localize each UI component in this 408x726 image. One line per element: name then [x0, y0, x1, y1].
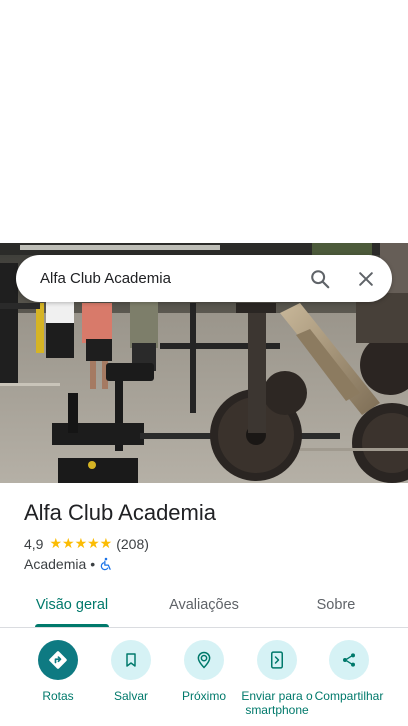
separator-dot: • — [90, 556, 96, 572]
send-to-phone-label: Enviar para o smartphone — [241, 689, 313, 717]
action-buttons-row: Rotas Salvar Próximo Enviar para o smart… — [0, 640, 408, 726]
category-row: Academia • — [24, 556, 113, 572]
place-title: Alfa Club Academia — [24, 500, 216, 525]
share-button[interactable]: Compartilhar — [311, 640, 387, 703]
place-category: Academia — [24, 556, 87, 572]
rating-stars: ★★★★★ — [49, 535, 113, 551]
search-button[interactable] — [300, 259, 340, 299]
tab-reviews[interactable]: Avaliações — [160, 584, 248, 626]
rating-value: 4,9 — [24, 535, 44, 552]
directions-button[interactable]: Rotas — [20, 640, 96, 703]
place-details-screen: Alfa Club Academia Alfa Club Academia 4,… — [0, 0, 408, 726]
search-input[interactable]: Alfa Club Academia — [40, 270, 300, 287]
share-label: Compartilhar — [314, 689, 384, 703]
active-tab-indicator — [35, 624, 109, 627]
send-to-phone-button[interactable]: Enviar para o smartphone — [239, 640, 315, 717]
share-icon — [329, 640, 369, 680]
close-icon — [359, 271, 373, 286]
nearby-button[interactable]: Próximo — [166, 640, 242, 703]
directions-label: Rotas — [42, 689, 74, 703]
save-label: Salvar — [113, 689, 148, 703]
bookmark-icon — [111, 640, 151, 680]
review-count: (208) — [116, 535, 149, 552]
tab-overview[interactable]: Visão geral — [28, 584, 116, 626]
tab-bar: Visão geral Avaliações Sobre — [0, 584, 408, 628]
nearby-label: Próximo — [181, 689, 226, 703]
nearby-icon — [184, 640, 224, 680]
send-to-phone-icon — [257, 640, 297, 680]
tab-about[interactable]: Sobre — [300, 584, 372, 626]
search-icon — [311, 269, 330, 288]
search-bar[interactable]: Alfa Club Academia — [16, 255, 392, 302]
rating-row[interactable]: 4,9 ★★★★★ (208) — [24, 535, 149, 552]
map-area[interactable] — [0, 0, 408, 243]
save-button[interactable]: Salvar — [93, 640, 169, 703]
close-button[interactable] — [346, 259, 386, 299]
directions-icon — [38, 640, 78, 680]
wheelchair-accessible-icon — [99, 557, 113, 571]
